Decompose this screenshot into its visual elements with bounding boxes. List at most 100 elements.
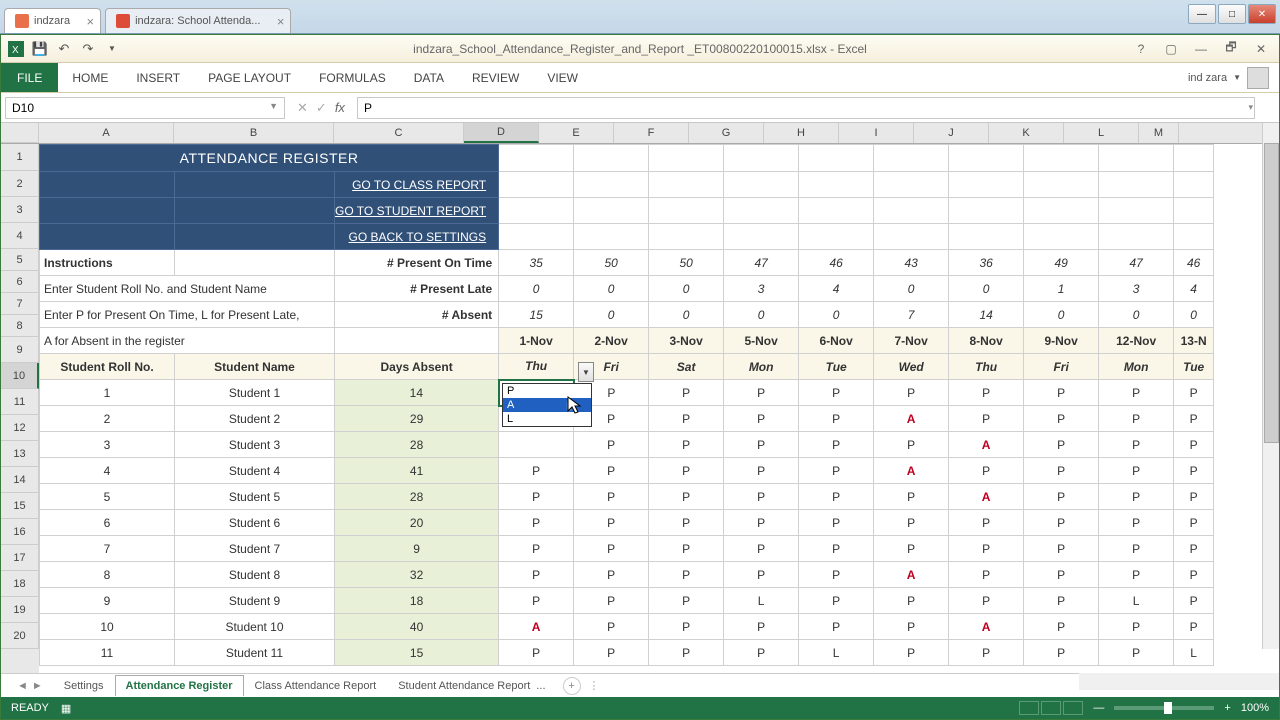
ribbon-tab-page-layout[interactable]: PAGE LAYOUT <box>194 63 305 92</box>
browser-tab-2[interactable]: indzara: School Attenda... × <box>105 8 291 33</box>
ribbon-tab-home[interactable]: HOME <box>58 63 122 92</box>
col-header-g[interactable]: G <box>689 123 764 143</box>
help-icon[interactable]: ? <box>1129 40 1153 58</box>
row-header-15[interactable]: 15 <box>1 493 39 519</box>
user-avatar <box>1247 67 1269 89</box>
data-validation-dropdown-list[interactable]: P A L <box>502 383 592 427</box>
row-header-2[interactable]: 2 <box>1 171 39 197</box>
page-break-view-icon[interactable] <box>1063 701 1083 715</box>
sheet-tab-student-report[interactable]: Student Attendance Report ... <box>387 675 556 697</box>
col-header-k[interactable]: K <box>989 123 1064 143</box>
user-area[interactable]: ind zara ▼ <box>1188 67 1269 89</box>
save-icon[interactable]: 💾 <box>31 40 49 58</box>
zoom-out-button[interactable]: — <box>1093 702 1104 714</box>
name-box[interactable]: D10 ▼ <box>5 97 285 119</box>
macro-icon[interactable]: ▦ <box>61 702 71 715</box>
qat-dropdown-icon[interactable]: ▼ <box>103 40 121 58</box>
sheet-tab-settings[interactable]: Settings <box>53 675 115 697</box>
normal-view-icon[interactable] <box>1019 701 1039 715</box>
zoom-level[interactable]: 100% <box>1241 702 1269 714</box>
excel-window: X 💾 ↶ ↷ ▼ indzara_School_Attendance_Regi… <box>0 34 1280 720</box>
row-header-18[interactable]: 18 <box>1 571 39 597</box>
row-header-14[interactable]: 14 <box>1 467 39 493</box>
tab-close-icon[interactable]: × <box>277 14 285 29</box>
col-header-c[interactable]: C <box>334 123 464 143</box>
row-header-11[interactable]: 11 <box>1 389 39 415</box>
tab-close-icon[interactable]: × <box>86 14 94 29</box>
row-header-1[interactable]: 1 <box>1 144 39 171</box>
col-header-d[interactable]: D <box>464 123 539 143</box>
ribbon-tab-insert[interactable]: INSERT <box>122 63 194 92</box>
row-header-4[interactable]: 4 <box>1 223 39 249</box>
tab-favicon-2 <box>116 14 130 28</box>
tab-favicon-1 <box>15 14 29 28</box>
row-header-6[interactable]: 6 <box>1 271 39 293</box>
cells-area[interactable]: ATTENDANCE REGISTERGO TO CLASS REPORTGO … <box>39 144 1279 673</box>
row-header-19[interactable]: 19 <box>1 597 39 623</box>
zoom-in-button[interactable]: + <box>1224 702 1230 714</box>
col-header-j[interactable]: J <box>914 123 989 143</box>
row-header-8[interactable]: 8 <box>1 315 39 337</box>
sheet-nav[interactable]: ◄► <box>7 680 53 692</box>
maximize-button[interactable]: □ <box>1218 4 1246 24</box>
row-header-10[interactable]: 10 <box>1 363 39 389</box>
add-sheet-button[interactable]: + <box>563 677 581 695</box>
dropdown-option-l[interactable]: L <box>503 412 591 426</box>
dropdown-option-a[interactable]: A <box>503 398 591 412</box>
minimize-button[interactable]: — <box>1188 4 1216 24</box>
row-header-13[interactable]: 13 <box>1 441 39 467</box>
row-header-7[interactable]: 7 <box>1 293 39 315</box>
row-header-3[interactable]: 3 <box>1 197 39 223</box>
col-header-h[interactable]: H <box>764 123 839 143</box>
file-tab[interactable]: FILE <box>1 63 58 92</box>
browser-chrome: indzara × indzara: School Attenda... × —… <box>0 0 1280 34</box>
close-button[interactable]: ✕ <box>1248 4 1276 24</box>
formula-input[interactable]: P <box>357 97 1255 119</box>
col-header-f[interactable]: F <box>614 123 689 143</box>
expand-formula-icon[interactable]: ▾ <box>1248 102 1253 113</box>
horizontal-scrollbar[interactable] <box>1079 673 1279 690</box>
zoom-slider[interactable] <box>1114 706 1214 710</box>
row-header-20[interactable]: 20 <box>1 623 39 649</box>
undo-icon[interactable]: ↶ <box>55 40 73 58</box>
col-header-b[interactable]: B <box>174 123 334 143</box>
close-excel-button[interactable]: ✕ <box>1249 40 1273 58</box>
formula-value: P <box>364 101 372 115</box>
row-header-5[interactable]: 5 <box>1 249 39 271</box>
status-ready: READY <box>11 702 49 714</box>
redo-icon[interactable]: ↷ <box>79 40 97 58</box>
sheet-tab-attendance-register[interactable]: Attendance Register <box>115 675 244 696</box>
row-header-16[interactable]: 16 <box>1 519 39 545</box>
ribbon-tab-view[interactable]: VIEW <box>533 63 592 92</box>
chevron-down-icon[interactable]: ▼ <box>269 101 278 115</box>
grid: ABCDEFGHIJKLM 12345678910111213141516171… <box>1 123 1279 673</box>
accept-icon[interactable]: ✓ <box>316 100 327 116</box>
data-validation-dropdown-button[interactable]: ▼ <box>578 362 594 382</box>
vertical-scrollbar[interactable] <box>1262 123 1279 649</box>
minimize-excel-button[interactable]: — <box>1189 40 1213 58</box>
row-header-17[interactable]: 17 <box>1 545 39 571</box>
formula-bar: D10 ▼ ✕ ✓ fx P ▾ <box>1 93 1279 123</box>
cancel-icon[interactable]: ✕ <box>297 100 308 116</box>
view-buttons[interactable] <box>1019 701 1083 715</box>
page-layout-view-icon[interactable] <box>1041 701 1061 715</box>
ribbon-tab-formulas[interactable]: FORMULAS <box>305 63 400 92</box>
col-header-m[interactable]: M <box>1139 123 1179 143</box>
browser-tab-1[interactable]: indzara × <box>4 8 101 33</box>
ribbon-tab-data[interactable]: DATA <box>400 63 458 92</box>
sheet-tab-class-report[interactable]: Class Attendance Report <box>244 675 388 697</box>
restore-excel-button[interactable]: 🗗 <box>1219 40 1243 58</box>
col-header-l[interactable]: L <box>1064 123 1139 143</box>
col-header-e[interactable]: E <box>539 123 614 143</box>
row-header-12[interactable]: 12 <box>1 415 39 441</box>
col-header-i[interactable]: I <box>839 123 914 143</box>
row-header-9[interactable]: 9 <box>1 337 39 363</box>
select-all-corner[interactable] <box>1 123 39 143</box>
status-bar: READY ▦ — + 100% <box>1 697 1279 719</box>
chevron-down-icon: ▼ <box>1233 73 1241 82</box>
ribbon-options-icon[interactable]: ▢ <box>1159 40 1183 58</box>
ribbon-tab-review[interactable]: REVIEW <box>458 63 533 92</box>
dropdown-option-p[interactable]: P <box>503 384 591 398</box>
fx-icon[interactable]: fx <box>335 100 345 115</box>
col-header-a[interactable]: A <box>39 123 174 143</box>
